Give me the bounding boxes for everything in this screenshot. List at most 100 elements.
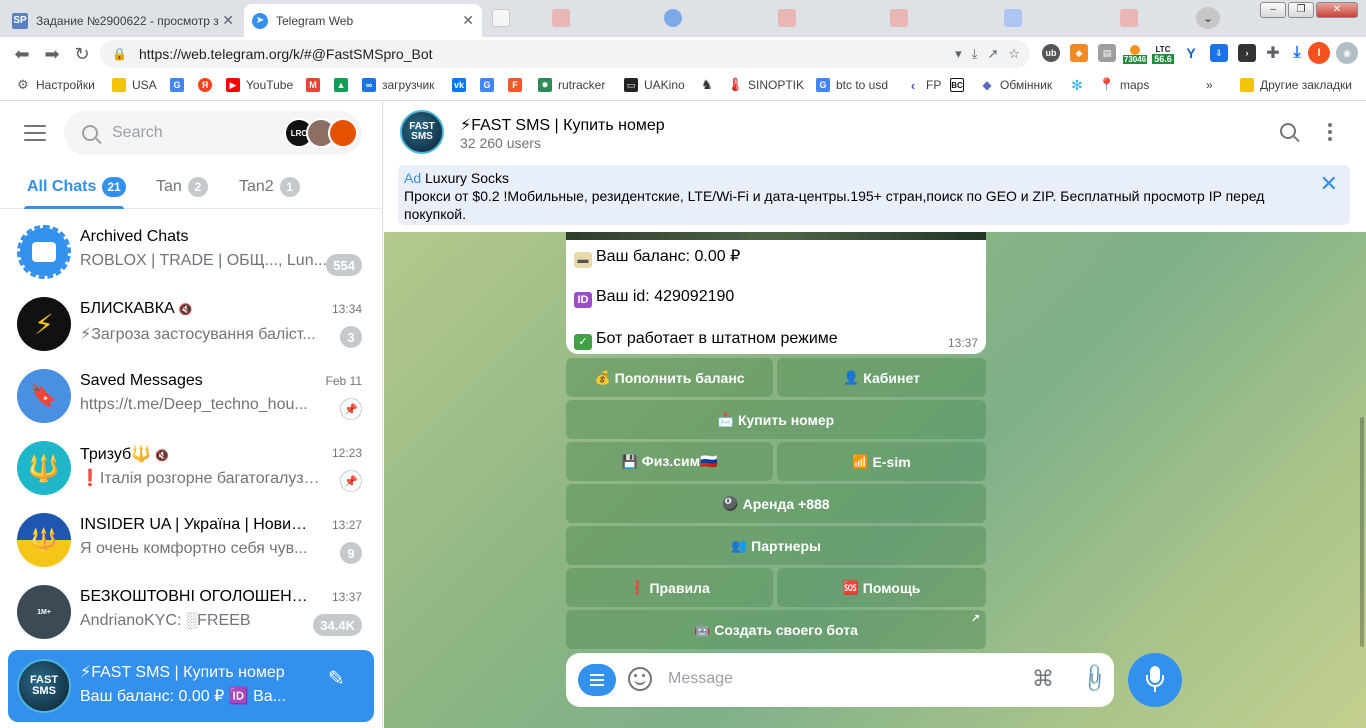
ublock-icon[interactable]: ub <box>1042 44 1060 62</box>
tab-favicon-icon[interactable] <box>890 9 908 27</box>
new-tab-icon[interactable] <box>492 9 510 27</box>
physical-sim-button[interactable]: 💾 Физ.сим🇷🇺 <box>566 442 773 481</box>
bookmark-btc-to-usd[interactable]: Gbtc to usd <box>816 78 888 92</box>
bookmark-rutracker[interactable]: ✸ rutracker <box>538 78 605 92</box>
vpn-icon[interactable]: Y <box>1182 44 1200 62</box>
address-bar[interactable]: 🔒 https://web.telegram.org/k/#@FastSMSpr… <box>100 40 1030 68</box>
message-input[interactable]: Message <box>668 670 733 688</box>
chat-item-archived[interactable]: Archived Chats ROBLOX | TRADE | ОБЩ..., … <box>8 216 374 288</box>
btc-price-ticker[interactable]: 73046 <box>1122 41 1148 67</box>
bookmark-chess[interactable]: ♞ <box>700 77 720 92</box>
chat-item-tryzub[interactable]: 🔱 Тризуб🔱 🔇 12:23 ❗Італія розгорне багато… <box>8 432 374 504</box>
bookmark-downloader[interactable]: ∞ загрузчик <box>362 78 434 92</box>
bookmark-usa[interactable]: USA <box>112 78 157 92</box>
bookmark-exchanger[interactable]: ◆ Обмінник <box>980 78 1052 92</box>
dropdown-icon[interactable]: ▾ <box>955 46 962 62</box>
bookmark-f[interactable]: F <box>508 78 528 92</box>
ltc-price-ticker[interactable]: LTC 56.6 <box>1150 41 1176 67</box>
bookmark-settings[interactable]: ⚙ Настройки <box>16 77 95 92</box>
bookmark-star-icon[interactable]: ☆ <box>1008 46 1020 62</box>
esim-button[interactable]: 📶 E-sim <box>777 442 986 481</box>
bookmark-translate[interactable]: G <box>480 78 500 92</box>
tab-favicon-icon[interactable] <box>1004 9 1022 27</box>
bookmark-vk[interactable]: vk <box>452 78 472 92</box>
loop-icon: ∞ <box>362 78 376 92</box>
hamburger-menu-icon[interactable] <box>24 125 46 141</box>
back-arrow-icon[interactable]: ⬅ <box>8 40 36 68</box>
bookmark-uakino[interactable]: ▭ UAKino <box>624 78 685 92</box>
story-avatar[interactable] <box>328 118 358 148</box>
chat-item-insider-ua[interactable]: 🔱 INSIDER UA | Україна | Новини🔇 13:27 Я… <box>8 504 374 576</box>
more-options-icon[interactable] <box>1328 123 1332 141</box>
minimize-window-button[interactable]: – <box>1260 2 1286 18</box>
topup-balance-button[interactable]: 💰 Пополнить баланс <box>566 358 773 397</box>
tab-title: Задание №2900622 - просмотр з <box>36 13 219 28</box>
bookmark-yandex[interactable]: Я <box>198 78 218 92</box>
maximize-window-button[interactable]: ❐ <box>1288 2 1314 18</box>
reload-icon[interactable]: ↻ <box>68 40 96 68</box>
bookmark-youtube[interactable]: ▶ YouTube <box>226 78 293 92</box>
chat-avatar[interactable]: FAST SMS <box>400 110 444 154</box>
download-helper-icon[interactable]: ⇩ <box>1210 44 1228 62</box>
bookmark-google[interactable]: G <box>170 78 190 92</box>
browser-tab-task[interactable]: SP Задание №2900622 - просмотр з ✕ <box>4 4 242 37</box>
install-icon[interactable]: ⤓ <box>972 46 978 62</box>
chat-title[interactable]: ⚡FAST SMS | Купить номер <box>460 115 665 135</box>
bookmark-sinoptik[interactable]: 🌡 SINOPTIK <box>727 77 804 92</box>
search-icon[interactable] <box>1280 123 1296 139</box>
partners-button[interactable]: 👥 Партнеры <box>566 526 986 565</box>
forward-arrow-icon[interactable]: ➡ <box>38 40 66 68</box>
chat-item-bliskavka[interactable]: ⚡ БЛИСКАВКА 🔇 13:34 ⚡Загроза застосування… <box>8 288 374 360</box>
rules-button[interactable]: ❗ Правила <box>566 568 773 607</box>
metamask-icon[interactable]: ◆ <box>1070 44 1088 62</box>
tab-favicon-icon[interactable] <box>552 9 570 27</box>
extensions-puzzle-icon[interactable]: ✚ <box>1264 44 1282 62</box>
scrollbar[interactable] <box>1360 417 1364 647</box>
buy-number-button[interactable]: 📩 Купить номер <box>566 400 986 439</box>
cabinet-button[interactable]: 👤 Кабинет <box>777 358 986 397</box>
create-bot-button[interactable]: 🤖 Создать своего бота ↗ <box>566 610 986 649</box>
bot-commands-icon[interactable]: ⌘ <box>1032 666 1054 692</box>
stories-avatars[interactable]: LRC <box>284 118 358 148</box>
chat-item-free-ads[interactable]: 1M+ БЕЗКОШТОВНІ ОГОЛОШЕН... 🔇 13:37 Andri… <box>8 576 374 648</box>
new-message-pencil-icon[interactable]: ✎ <box>328 666 354 692</box>
emoji-icon[interactable] <box>628 667 652 691</box>
tab-tan[interactable]: Tan 2 <box>156 177 208 197</box>
extension-icon[interactable]: ▤ <box>1098 44 1116 62</box>
chat-preview: https://t.me/Deep_techno_hou... <box>80 396 308 413</box>
tab-all-chats[interactable]: All Chats 21 <box>27 177 126 197</box>
tab-favicon-icon[interactable] <box>664 9 682 27</box>
bookmark-maps[interactable]: 📍 maps <box>1099 77 1149 92</box>
tab-search-chevron-icon[interactable]: ⌄ <box>1196 7 1220 29</box>
close-window-button[interactable]: ✕ <box>1316 2 1358 18</box>
tab-tan2[interactable]: Tan2 1 <box>239 177 300 197</box>
other-bookmarks[interactable]: Другие закладки <box>1240 78 1352 92</box>
exclamation-icon: ❗ <box>629 579 646 595</box>
bookmark-fp[interactable]: ‹ FP <box>906 78 942 93</box>
downloads-icon[interactable]: ⤓ <box>1288 44 1306 62</box>
share-icon[interactable]: ↗ <box>987 46 998 62</box>
chat-item-fast-sms[interactable]: FAST SMS ⚡FAST SMS | Купить номер Ваш ба… <box>8 650 374 722</box>
help-button[interactable]: 🆘 Помощь <box>777 568 986 607</box>
profile-avatar[interactable]: I <box>1308 42 1330 64</box>
voice-record-button[interactable] <box>1128 653 1182 707</box>
tab-favicon-icon[interactable] <box>778 9 796 27</box>
tab-favicon-icon[interactable] <box>1120 9 1138 27</box>
search-input[interactable]: Search LRC <box>64 111 362 155</box>
rent-888-button[interactable]: 🎱 Аренда +888 <box>566 484 986 523</box>
close-tab-icon[interactable]: ✕ <box>462 12 474 29</box>
chat-item-saved-messages[interactable]: 🔖 Saved Messages Feb 11 https://t.me/Dee… <box>8 360 374 432</box>
attach-paperclip-icon[interactable]: 📎 <box>1077 661 1112 696</box>
bookmark-gmail[interactable]: M <box>306 78 326 92</box>
sponsored-message[interactable]: Ad Luxury Socks Прокси от $0.2 !Мобильны… <box>398 165 1350 225</box>
bookmark-bc[interactable]: BC <box>950 78 970 92</box>
bookmarks-overflow-button[interactable]: » <box>1206 78 1213 92</box>
browser-tab-telegram[interactable]: ➤ Telegram Web ✕ <box>244 4 482 37</box>
bookmark-snowflake[interactable]: ✻ <box>1070 77 1090 93</box>
bot-menu-button[interactable] <box>578 664 616 696</box>
close-tab-icon[interactable]: ✕ <box>222 12 234 29</box>
close-icon[interactable]: ✕ <box>1320 173 1338 195</box>
chrome-menu-icon[interactable]: ◉ <box>1336 42 1358 64</box>
terminal-icon[interactable]: › <box>1238 44 1256 62</box>
bookmark-drive[interactable]: ▲ <box>334 78 354 92</box>
